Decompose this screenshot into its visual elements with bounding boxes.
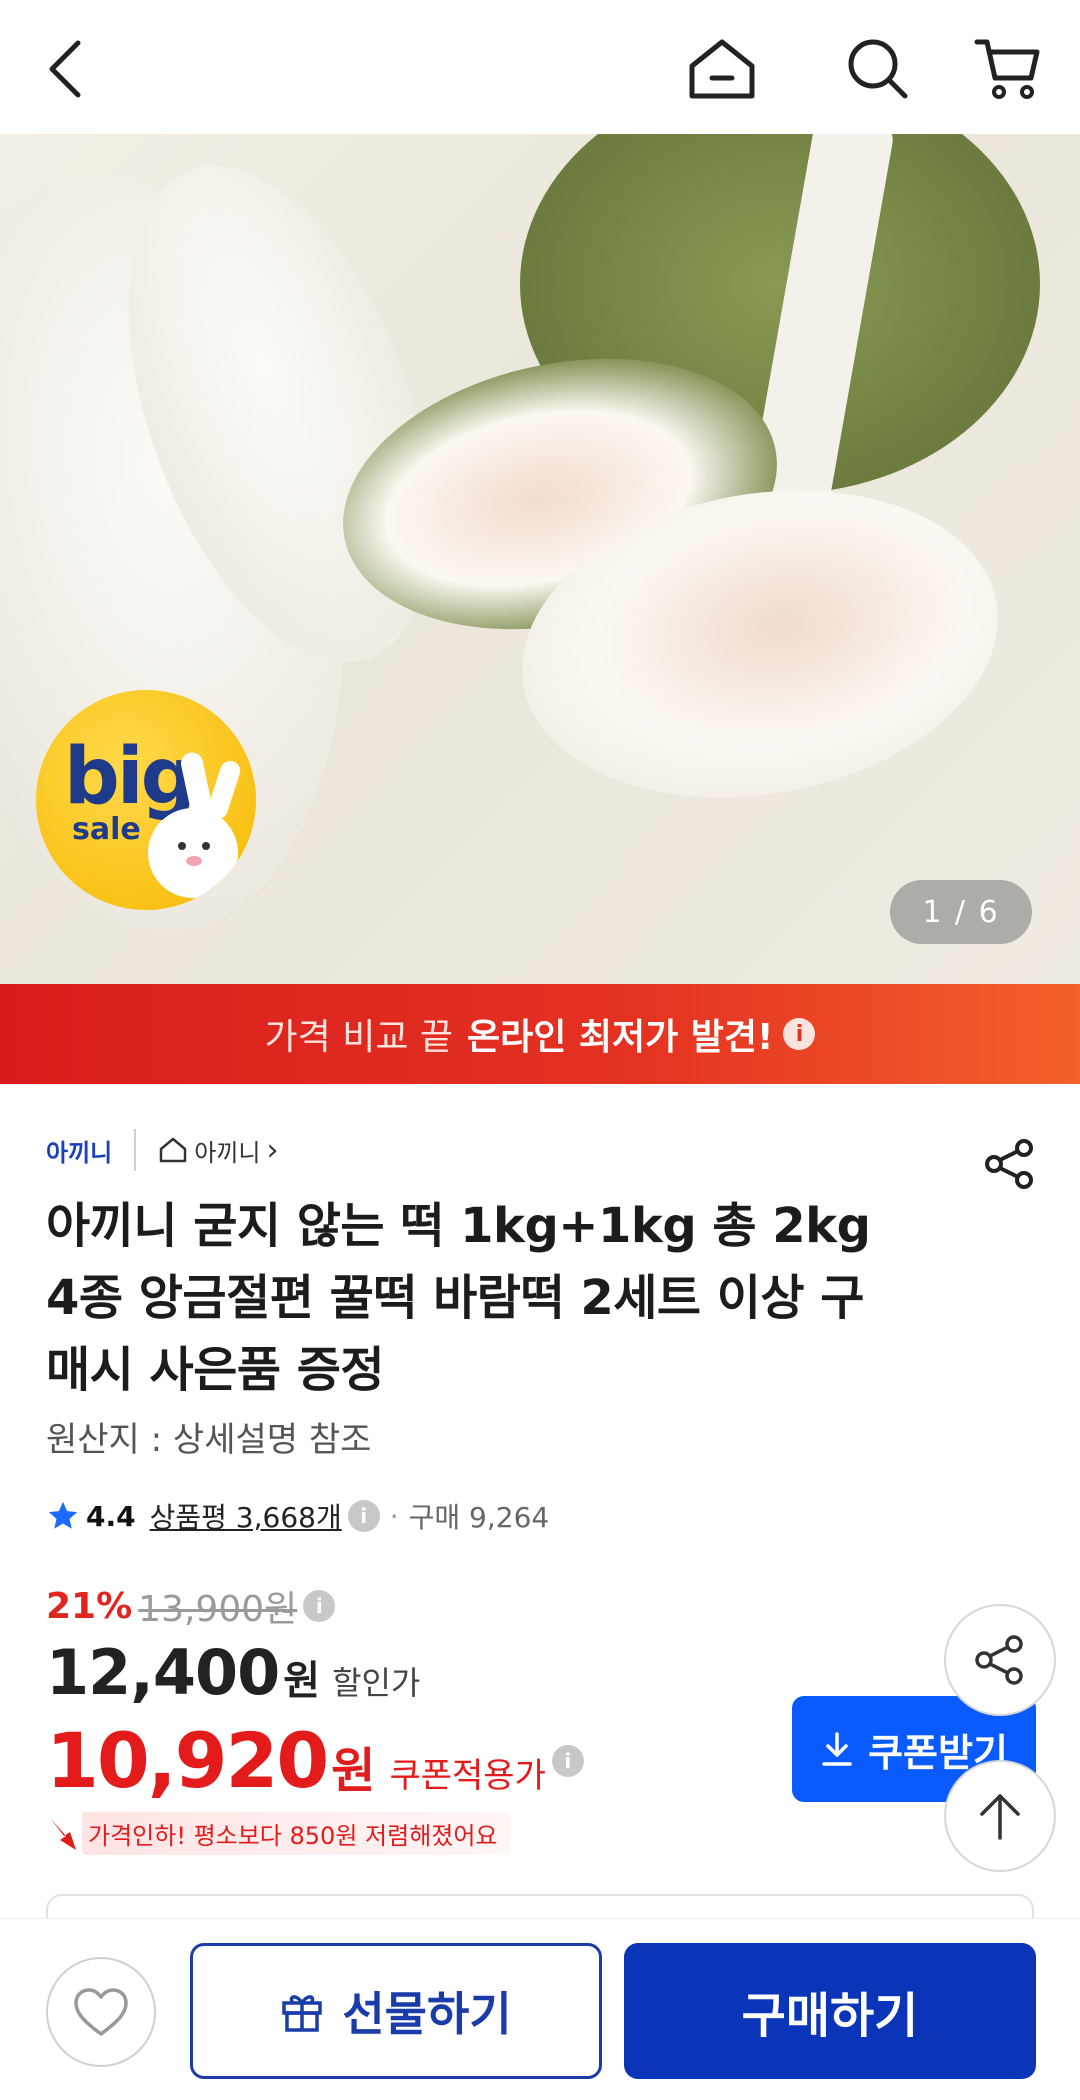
sale-price-unit: 원: [283, 1658, 321, 1704]
big-sale-badge: big sale: [36, 690, 256, 910]
arrow-up-icon: [980, 1794, 1020, 1840]
star-icon: [48, 1501, 78, 1529]
rating-row: 4.4 상품평 3,668개 i · 구매 9,264: [46, 1494, 549, 1538]
coupon-price: 10,920: [46, 1716, 329, 1805]
sale-price: 12,400: [46, 1636, 280, 1709]
price-drop-text: 가격인하! 평소보다 850원 저렴해졌어요: [82, 1812, 510, 1855]
lowest-price-banner[interactable]: 가격 비교 끝 온라인 최저가 발견! i: [0, 984, 1080, 1084]
discount-row: 21% 13,900원 i: [46, 1580, 336, 1632]
coupon-price-row: 10,920 원 쿠폰적용가 i: [46, 1716, 584, 1805]
chevron-right-icon: ›: [266, 1132, 279, 1168]
seller-row: 아끼니 아끼니 ›: [46, 1128, 279, 1172]
reviews-link[interactable]: 상품평 3,668개: [150, 1496, 342, 1536]
home-icon[interactable]: [680, 27, 764, 111]
gift-icon: [282, 1995, 323, 2032]
gift-button-label: 선물하기: [342, 1987, 512, 2041]
share-icon[interactable]: [984, 1138, 1036, 1190]
purchase-count: 구매 9,264: [408, 1501, 550, 1534]
sale-price-label: 할인가: [332, 1664, 421, 1702]
store-home-icon: [160, 1137, 187, 1163]
gift-button[interactable]: 선물하기: [190, 1943, 602, 2079]
store-name: 아끼니: [194, 1138, 261, 1167]
price-drop-notice: 가격인하! 평소보다 850원 저렴해졌어요: [46, 1812, 510, 1855]
share-icon: [975, 1635, 1023, 1685]
bottom-action-bar: 선물하기 구매하기: [0, 1918, 1080, 2100]
scroll-to-top-button[interactable]: [944, 1760, 1056, 1872]
badge-sale-text: sale: [72, 812, 141, 847]
buy-button-label: 구매하기: [741, 1988, 919, 2044]
download-icon: [822, 1732, 852, 1766]
badge-big-text: big: [64, 732, 196, 822]
image-counter: 1 / 6: [890, 880, 1032, 944]
brand-link[interactable]: 아끼니: [46, 1133, 112, 1168]
info-icon[interactable]: i: [783, 1018, 816, 1050]
product-image-carousel[interactable]: big sale 1 / 6: [0, 134, 1080, 984]
sale-price-row: 12,400 원 할인가: [46, 1636, 420, 1709]
banner-highlight: 온라인 최저가 발견!: [467, 1017, 774, 1058]
bunny-icon: [148, 808, 238, 898]
coupon-price-unit: 원: [331, 1743, 376, 1799]
price-down-arrow-icon: [50, 1817, 76, 1850]
origin-info: 원산지 : 상세설명 참조: [46, 1420, 372, 1460]
wishlist-button[interactable]: [46, 1957, 156, 2067]
coupon-price-label: 쿠폰적용가: [389, 1756, 546, 1796]
cart-icon[interactable]: [966, 27, 1050, 111]
info-icon[interactable]: i: [347, 1500, 380, 1532]
back-icon[interactable]: [24, 27, 108, 111]
buy-button[interactable]: 구매하기: [624, 1943, 1036, 2079]
rating-score: 4.4: [86, 1499, 136, 1533]
original-price: 13,900원: [138, 1589, 298, 1630]
store-link[interactable]: 아끼니 ›: [158, 1132, 279, 1168]
product-title: 아끼니 굳지 않는 떡 1kg+1kg 총 2kg 4종 앙금절편 꿀떡 바람떡…: [46, 1198, 871, 1398]
info-icon[interactable]: i: [551, 1744, 584, 1777]
banner-prefix: 가격 비교 끝: [264, 1017, 454, 1058]
bullet-separator: ·: [389, 1499, 399, 1533]
top-app-bar: [0, 0, 1080, 134]
divider: [134, 1129, 137, 1171]
floating-share-button[interactable]: [944, 1604, 1056, 1716]
info-icon[interactable]: i: [303, 1590, 336, 1622]
search-icon[interactable]: [836, 27, 920, 111]
heart-icon: [74, 1988, 128, 2036]
discount-percent: 21%: [46, 1585, 133, 1627]
